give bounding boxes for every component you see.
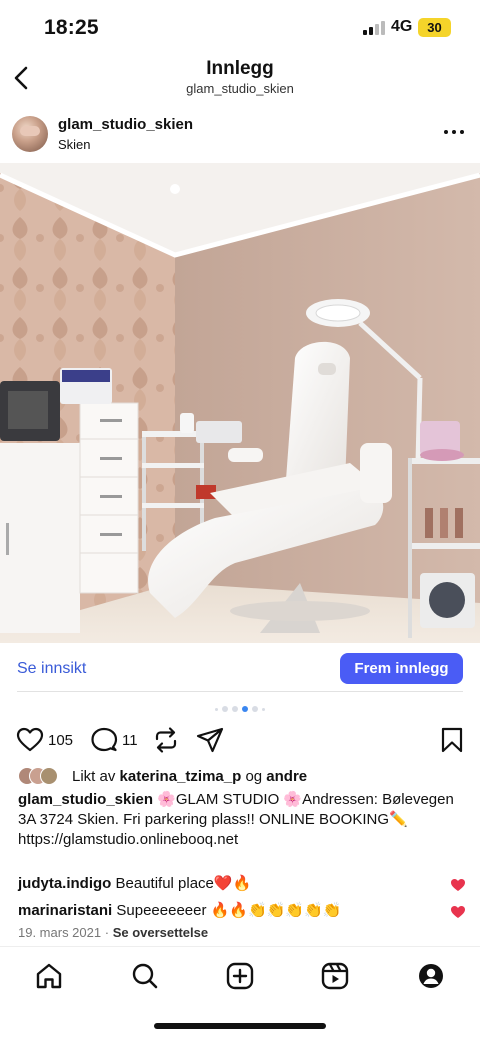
comment-like-heart-icon[interactable] [450, 905, 466, 919]
signal-icon [363, 21, 385, 35]
carousel-indicator [0, 706, 480, 714]
insights-row: Se innsikt Frem innlegg [0, 651, 480, 691]
promote-button[interactable]: Frem innlegg [340, 653, 463, 684]
battery-icon: 30 [418, 18, 451, 37]
more-icon[interactable] [442, 124, 466, 140]
liked-by-joiner: og [245, 768, 263, 785]
view-insights-link[interactable]: Se innsikt [17, 660, 86, 678]
status-bar: 18:25 4G 30 [0, 0, 480, 56]
likes-count[interactable]: 105 [48, 732, 73, 749]
share-icon[interactable] [196, 726, 224, 754]
page-subtitle: glam_studio_skien [186, 81, 294, 96]
meta-separator: · [104, 925, 110, 940]
bottom-tab-bar [0, 946, 480, 1002]
carousel-dot [262, 707, 265, 711]
post-caption: glam_studio_skien 🌸GLAM STUDIO 🌸Andresse… [18, 790, 468, 850]
create-icon[interactable] [225, 961, 255, 991]
carousel-dot-active [242, 706, 248, 712]
post-date: 19. mars 2021 [18, 925, 102, 940]
page-title: Innlegg [206, 58, 274, 79]
avatar[interactable] [12, 116, 48, 152]
comment-username[interactable]: judyta.indigo [18, 875, 111, 892]
comment-icon[interactable] [90, 726, 118, 754]
post-username[interactable]: glam_studio_skien [58, 116, 193, 133]
reels-icon[interactable] [320, 961, 350, 991]
carousel-dot [215, 707, 218, 711]
repost-icon[interactable] [152, 726, 180, 754]
profile-icon[interactable] [416, 961, 446, 991]
comments-count[interactable]: 11 [122, 732, 138, 749]
post-image[interactable] [0, 163, 480, 643]
carousel-dot [222, 706, 228, 712]
comment-row: judyta.indigo Beautiful place❤️🔥 [18, 874, 438, 896]
home-indicator [154, 1023, 326, 1029]
search-icon[interactable] [130, 961, 160, 991]
carousel-dot [232, 706, 238, 712]
liked-by-others[interactable]: andre [266, 768, 307, 785]
caption-link[interactable]: https://glamstudio.onlinebooq.net [18, 831, 238, 848]
comment-text: Beautiful place❤️🔥 [115, 875, 252, 892]
liked-by-text[interactable]: Likt av katerina_tzima_p og andre [72, 768, 307, 785]
liked-by-user[interactable]: katerina_tzima_p [120, 768, 242, 785]
post-header: glam_studio_skien Skien [0, 110, 480, 160]
bookmark-icon[interactable] [440, 726, 464, 754]
translate-link[interactable]: Se oversettelse [113, 925, 208, 940]
comment-username[interactable]: marinaristani [18, 902, 112, 919]
home-icon[interactable] [34, 961, 64, 991]
comment-row: marinaristani Supeeeeeeer 🔥🔥👏👏👏👏👏 [18, 901, 438, 923]
liked-by-row[interactable]: Likt av katerina_tzima_p og andre [18, 766, 468, 788]
liked-by-prefix: Likt av [72, 768, 116, 785]
network-label: 4G [391, 18, 413, 35]
post-location[interactable]: Skien [58, 137, 91, 152]
comment-like-heart-icon[interactable] [450, 878, 466, 892]
post-meta: 19. mars 2021 · Se oversettelse [18, 925, 208, 940]
nav-header: Innlegg glam_studio_skien [0, 56, 480, 104]
status-time: 18:25 [44, 16, 99, 39]
heart-icon[interactable] [16, 726, 44, 754]
action-bar: 105 11 [0, 724, 480, 758]
comment-text: Supeeeeeeer 🔥🔥👏👏👏👏👏 [116, 902, 342, 919]
liked-by-avatars [18, 767, 68, 787]
carousel-dot [252, 706, 258, 712]
divider [17, 691, 463, 692]
caption-username[interactable]: glam_studio_skien [18, 791, 153, 808]
